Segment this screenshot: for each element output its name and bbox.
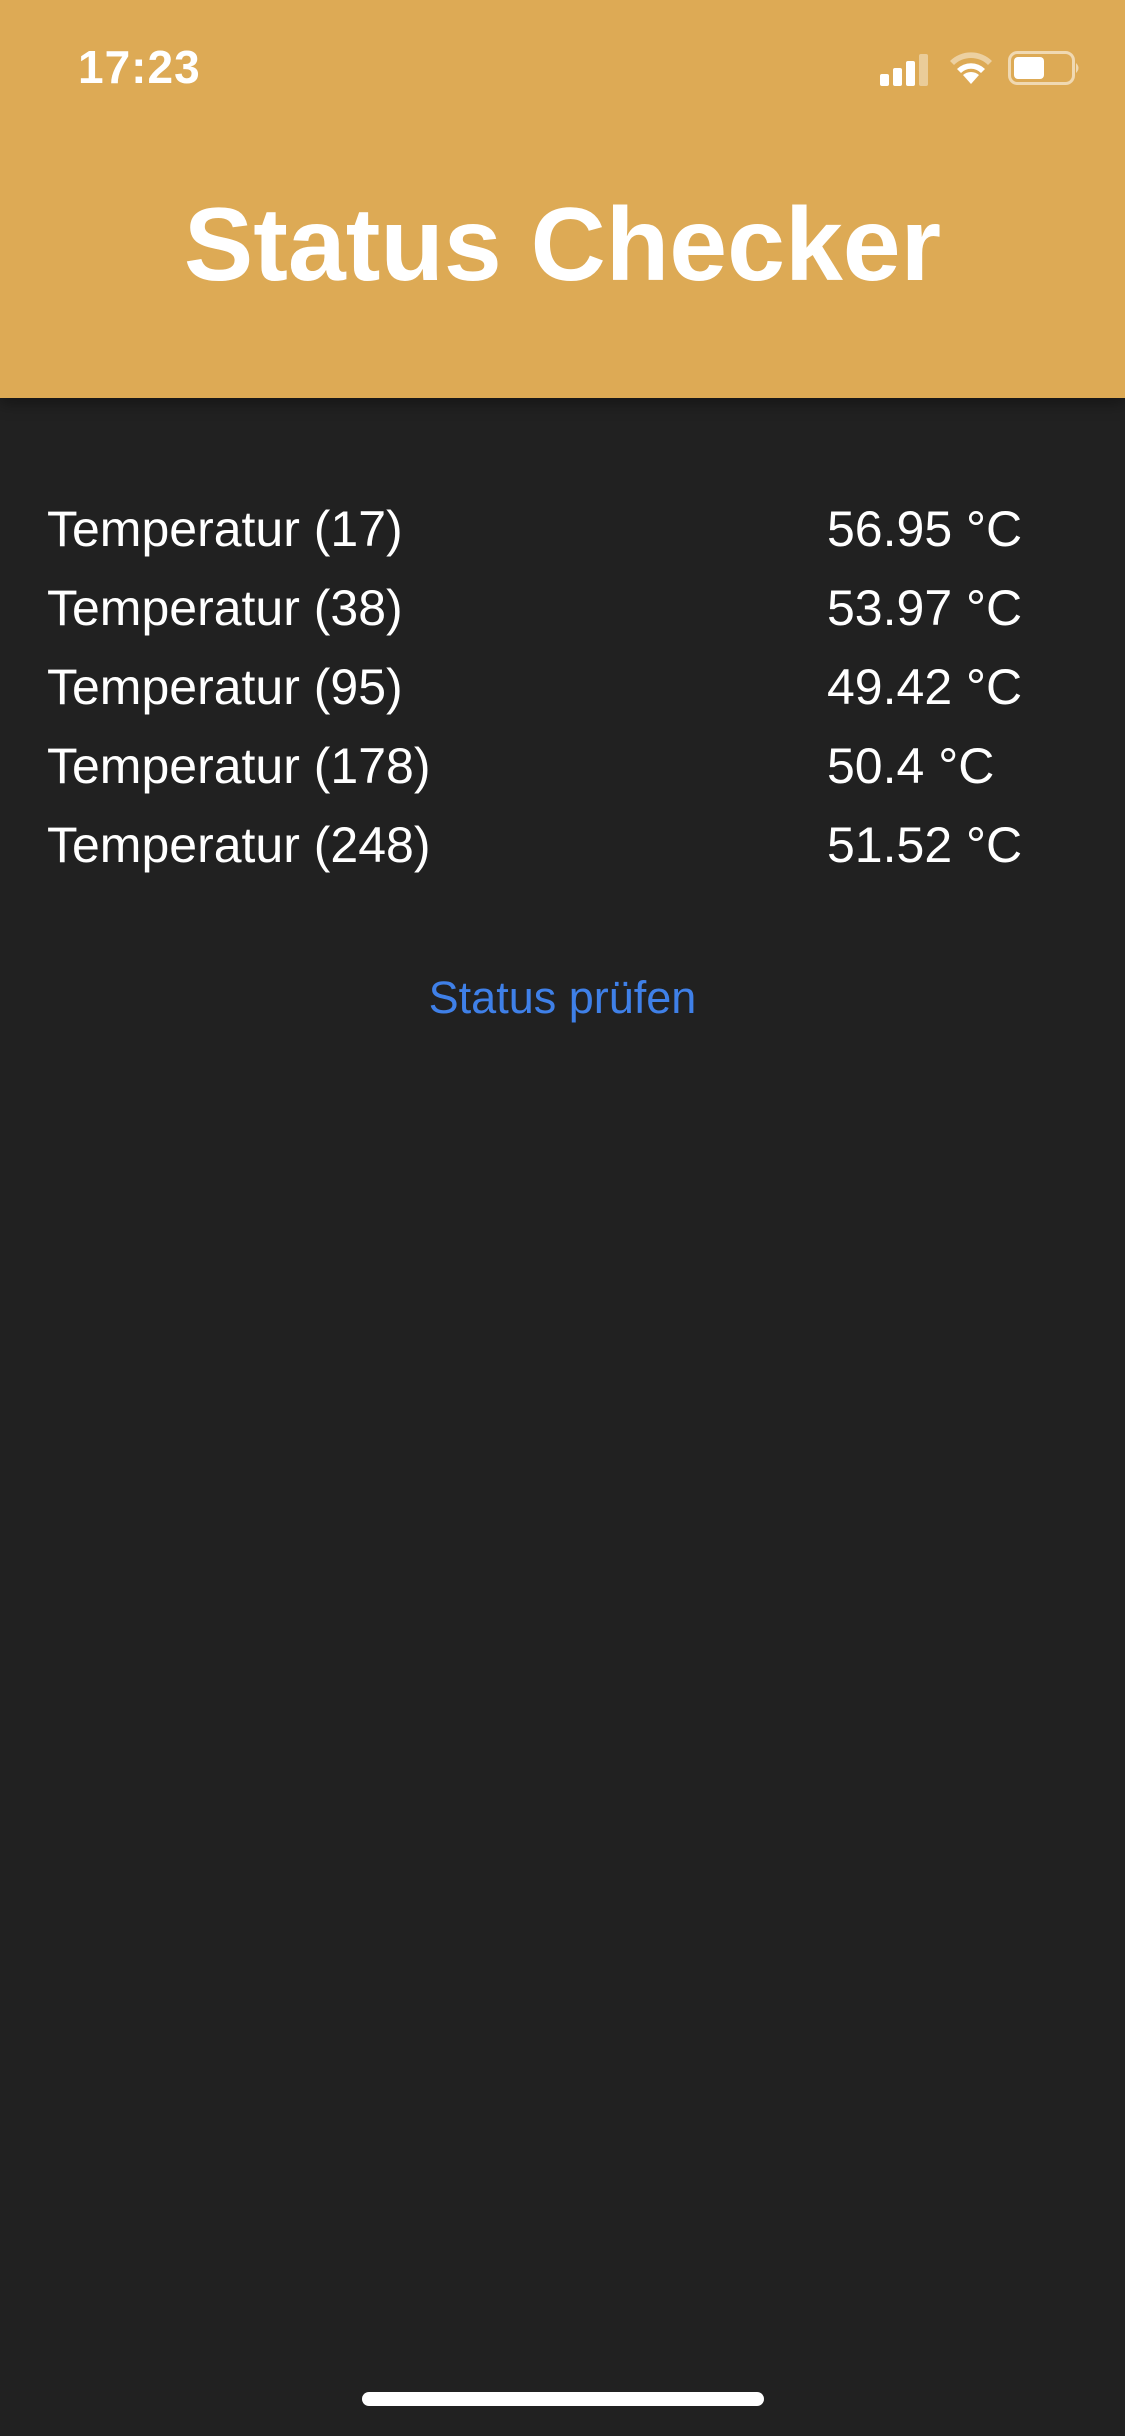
reading-label: Temperatur (95) (47, 659, 403, 715)
signal-icon (880, 54, 928, 86)
reading-label: Temperatur (178) (47, 738, 431, 794)
list-item: Temperatur (95) 49.42 °C (47, 648, 1087, 727)
reading-label: Temperatur (38) (47, 580, 403, 636)
app-screen: 17:23 Status Checker Temperatur (17) 56.… (0, 0, 1125, 2436)
reading-label: Temperatur (17) (47, 501, 403, 557)
battery-icon (1008, 51, 1079, 85)
reading-label: Temperatur (248) (47, 817, 431, 873)
list-item: Temperatur (17) 56.95 °C (47, 490, 1087, 569)
status-bar-time: 17:23 (78, 41, 201, 93)
check-status-button[interactable]: Status prüfen (0, 958, 1125, 1038)
list-item: Temperatur (178) 50.4 °C (47, 727, 1087, 806)
reading-value: 56.95 °C (827, 501, 1023, 557)
reading-value: 49.42 °C (827, 659, 1023, 715)
list-item: Temperatur (38) 53.97 °C (47, 569, 1087, 648)
reading-value: 51.52 °C (827, 817, 1023, 873)
reading-value: 53.97 °C (827, 580, 1023, 636)
status-bar: 17:23 (0, 0, 1125, 140)
page-title: Status Checker (183, 187, 942, 303)
home-indicator[interactable] (362, 2392, 764, 2406)
wifi-icon (950, 52, 992, 84)
reading-value: 50.4 °C (827, 738, 995, 794)
app-header: 17:23 Status Checker (0, 0, 1125, 398)
list-item: Temperatur (248) 51.52 °C (47, 806, 1087, 885)
temperature-list: Temperatur (17) 56.95 °C Temperatur (38)… (47, 490, 1087, 885)
